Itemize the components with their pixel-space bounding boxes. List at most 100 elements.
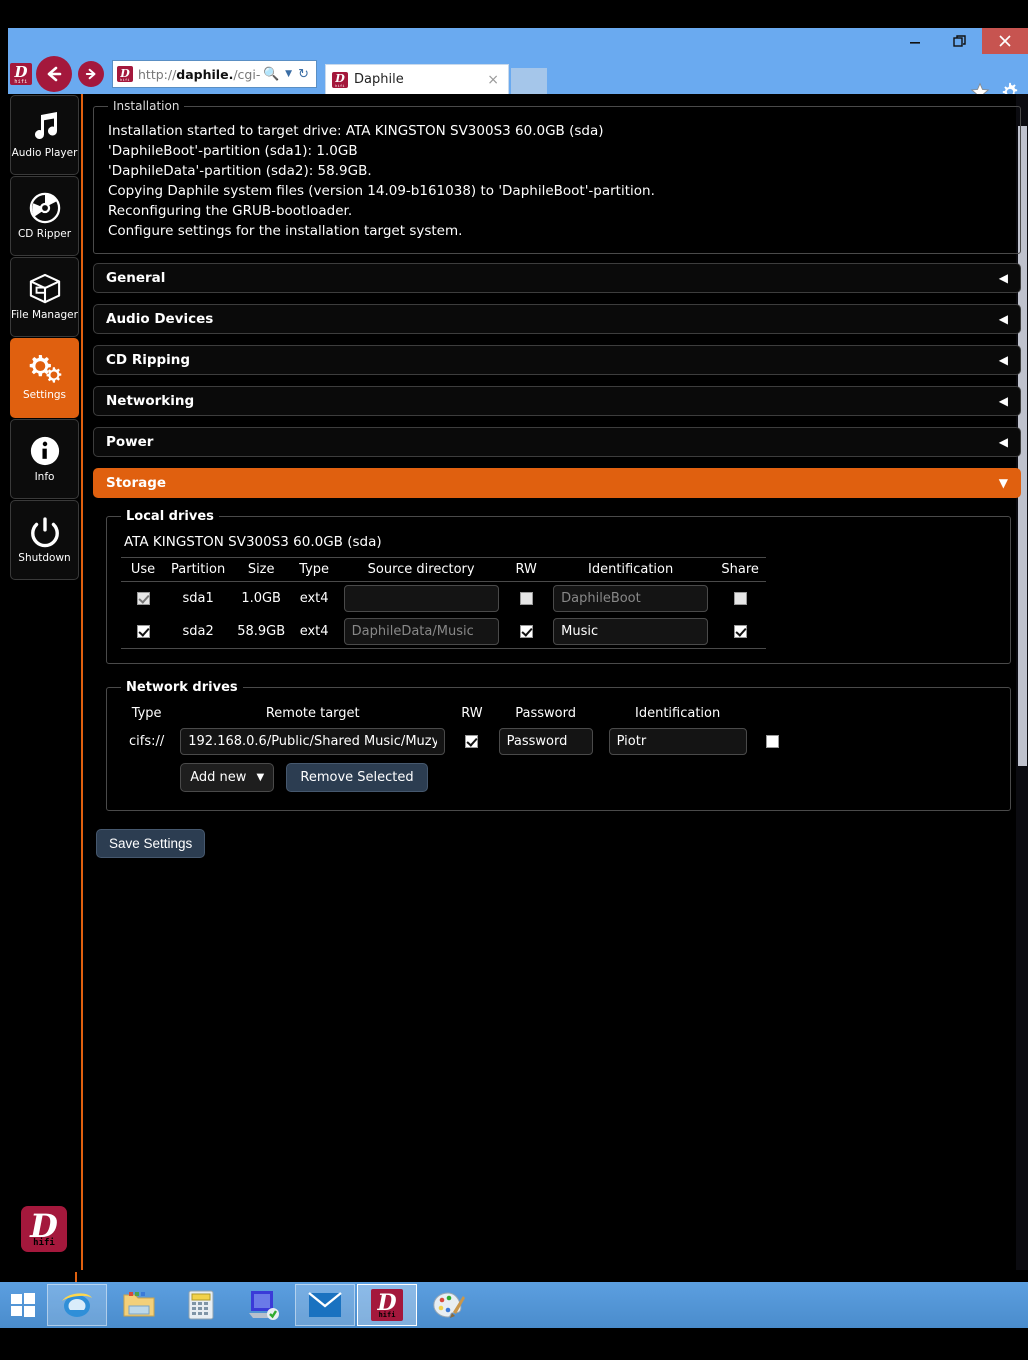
restore-button[interactable]: [937, 28, 982, 54]
accordion-section-cd-ripping[interactable]: CD Ripping ◀: [93, 345, 1021, 375]
cell-identification: [547, 615, 715, 649]
source-directory-input[interactable]: [343, 618, 499, 645]
cell-identification: [601, 724, 755, 759]
save-settings-button[interactable]: Save Settings: [96, 829, 206, 858]
use-checkbox[interactable]: [136, 625, 150, 638]
chevron-left-icon: ◀: [998, 394, 1008, 408]
col-remote-target: Remote target: [265, 706, 360, 721]
share-checkbox[interactable]: [733, 592, 747, 605]
col-identification: Identification: [635, 706, 721, 721]
rw-checkbox[interactable]: [519, 592, 533, 605]
close-button[interactable]: [982, 28, 1028, 54]
share-checkbox[interactable]: [733, 625, 747, 638]
tab-strip: D hifi Daphile ×: [325, 54, 547, 94]
cell-password: [491, 724, 601, 759]
use-checkbox[interactable]: [136, 592, 150, 605]
daphile-brand-logo: D hifi: [21, 1206, 67, 1252]
cell-size: 58.9GB: [231, 615, 292, 649]
taskbar-mail[interactable]: [295, 1284, 355, 1326]
cell-partition: sda2: [165, 615, 232, 649]
identification-input[interactable]: [553, 618, 709, 645]
taskbar-remote-desktop[interactable]: [233, 1284, 293, 1326]
col-type: Type: [131, 706, 162, 721]
accordion-section-audio-devices[interactable]: Audio Devices ◀: [93, 304, 1021, 334]
taskbar-calculator[interactable]: [171, 1284, 231, 1326]
restore-icon: [952, 35, 966, 47]
favicon-letter: D: [120, 66, 130, 80]
daphile-icon: D hifi: [371, 1289, 403, 1321]
chevron-down-icon: ▼: [998, 476, 1008, 490]
chevron-down-icon[interactable]: ▼: [285, 69, 292, 79]
address-bar[interactable]: D hifi http://daphile./cgi-bin/Sett 🔍 ▼ …: [112, 60, 317, 88]
accordion-section-power[interactable]: Power ◀: [93, 427, 1021, 457]
chevron-left-icon: ◀: [998, 353, 1008, 367]
chevron-left-icon: ◀: [998, 312, 1008, 326]
accordion-label: Audio Devices: [106, 311, 214, 327]
daphile-logo-letter: D: [14, 63, 28, 81]
local-drives-table: Use Partition Size Type Source directory…: [121, 557, 767, 649]
accordion-section-networking[interactable]: Networking ◀: [93, 386, 1021, 416]
password-input[interactable]: [498, 728, 593, 755]
accordion-section-general[interactable]: General ◀: [93, 263, 1021, 293]
rw-checkbox[interactable]: [519, 625, 533, 638]
local-drives-panel: Local drives ATA KINGSTON SV300S3 60.0GB…: [106, 509, 1011, 664]
installation-line: Configure settings for the installation …: [108, 223, 463, 239]
page-viewport: Audio Player CD Ripper File Manager Sett…: [8, 94, 1028, 1270]
col-share: Share: [714, 557, 767, 582]
minimize-button[interactable]: [892, 28, 937, 54]
taskbar-daphile[interactable]: D hifi: [357, 1284, 417, 1326]
remove-selected-button[interactable]: Remove Selected: [286, 763, 428, 792]
identification-input[interactable]: [608, 728, 747, 755]
site-favicon: D hifi: [117, 66, 133, 82]
url-path: /cgi-bin/Sett: [233, 66, 260, 82]
col-source-dir: Source directory: [337, 557, 506, 582]
row-select-checkbox[interactable]: [766, 735, 780, 748]
cell-rw: [453, 724, 490, 759]
cell-share: [714, 615, 767, 649]
forward-button[interactable]: [78, 61, 104, 87]
col-rw: RW: [461, 706, 483, 721]
url-prefix: http://: [138, 66, 177, 82]
sidebar-item-shutdown[interactable]: Shutdown: [10, 500, 79, 580]
brand-letter: D: [30, 1206, 58, 1245]
app-sidebar: Audio Player CD Ripper File Manager Sett…: [8, 94, 83, 1270]
sidebar-item-audio-player[interactable]: Audio Player: [10, 95, 79, 175]
rw-checkbox[interactable]: [465, 735, 479, 748]
identification-input[interactable]: [553, 585, 709, 612]
tab-close-button[interactable]: ×: [484, 72, 502, 88]
sidebar-item-settings[interactable]: Settings: [10, 338, 79, 418]
chevron-down-icon: ▼: [256, 772, 265, 783]
installation-legend: Installation: [113, 99, 180, 113]
taskbar-file-explorer[interactable]: [109, 1284, 169, 1326]
tab-daphile[interactable]: D hifi Daphile ×: [325, 64, 509, 94]
cell-type: cifs://: [129, 734, 165, 749]
cell-size: 1.0GB: [241, 591, 281, 606]
remote-target-input[interactable]: [180, 728, 446, 755]
new-tab-button[interactable]: [511, 68, 547, 94]
daphile-logo-sub: hifi: [14, 79, 28, 85]
installation-line: 'DaphileBoot'-partition (sda1): 1.0GB: [108, 143, 358, 159]
taskbar-paint[interactable]: [419, 1284, 479, 1326]
sidebar-item-cd-ripper[interactable]: CD Ripper: [10, 176, 79, 256]
refresh-icon[interactable]: ↻: [298, 67, 309, 82]
sidebar-item-file-manager[interactable]: File Manager: [10, 257, 79, 337]
info-icon: [28, 435, 62, 467]
url-host: daphile.: [176, 66, 234, 82]
taskbar-internet-explorer[interactable]: [47, 1284, 107, 1326]
start-button[interactable]: [0, 1282, 46, 1328]
source-directory-input[interactable]: [343, 585, 499, 612]
accordion-section-storage[interactable]: Storage ▼: [93, 468, 1021, 498]
accordion-label: Networking: [106, 393, 195, 409]
sidebar-item-info[interactable]: Info: [10, 419, 79, 499]
col-type: Type: [291, 557, 338, 582]
search-icon[interactable]: 🔍: [263, 67, 279, 82]
address-bar-url[interactable]: http://daphile./cgi-bin/Sett: [138, 67, 260, 82]
cell-type: ext4: [291, 615, 338, 649]
sidebar-item-label: Settings: [22, 389, 67, 401]
back-button[interactable]: [36, 56, 72, 92]
cell-rw: [505, 582, 547, 616]
add-new-dropdown[interactable]: Add new ▼: [180, 763, 275, 792]
network-drives-panel: Network drives Type Remote target RW Pas…: [106, 680, 1011, 811]
orange-accent-tick: [75, 1272, 77, 1282]
installation-line: Copying Daphile system files (version 14…: [108, 183, 655, 199]
